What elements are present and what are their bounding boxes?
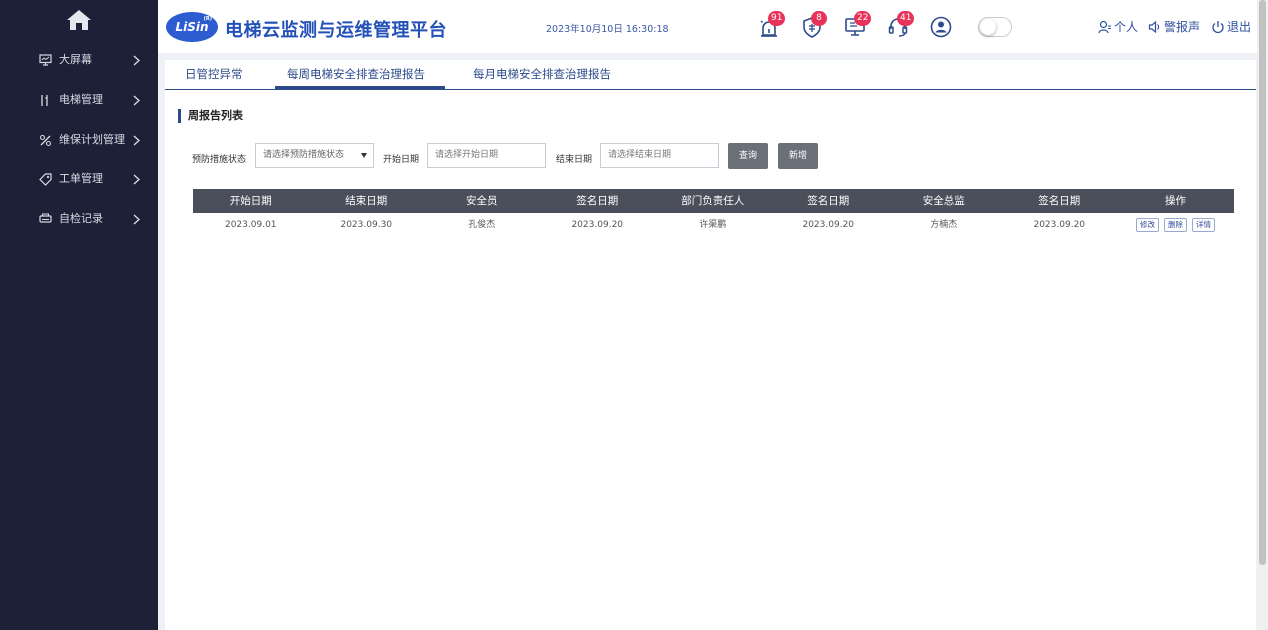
detail-button[interactable]: 详情 <box>1192 218 1215 232</box>
table-row: 2023.09.01 2023.09.30 孔俊杰 2023.09.20 许渠鹏… <box>193 213 1234 237</box>
table-cell: 2023.09.20 <box>571 220 624 230</box>
page-scrollbar[interactable] <box>1257 0 1268 630</box>
tab-monthly-report[interactable]: 每月电梯安全排查治理报告 <box>473 66 611 82</box>
sidebar-item-self-check[interactable]: 自检记录 <box>0 204 158 234</box>
service-count-badge: 41 <box>897 11 915 26</box>
status-select[interactable]: 请选择预防措施状态 <box>255 143 374 168</box>
shield-icon[interactable]: 8 <box>801 11 827 38</box>
printer-icon <box>38 212 52 226</box>
tools-icon <box>38 133 52 147</box>
start-date-placeholder: 请选择开始日期 <box>435 150 499 160</box>
row-actions: 修改 删除 详情 <box>1117 213 1234 237</box>
sidebar-item-label: 维保计划管理 <box>59 133 125 146</box>
sidebar-item-label: 电梯管理 <box>59 93 103 106</box>
sidebar-item-label: 自检记录 <box>59 212 103 225</box>
sidebar-item-big-screen[interactable]: 大屏幕 <box>0 45 158 75</box>
column-header: 部门负责任人 <box>681 195 745 207</box>
main-content: 日管控异常 每周电梯安全排查治理报告 每月电梯安全排查治理报告 周报告列表 预防… <box>165 60 1256 630</box>
table-cell: 2023.09.30 <box>340 220 393 230</box>
alarm-count-badge: 91 <box>768 11 786 26</box>
chevron-right-icon <box>131 172 141 186</box>
caret-down-icon <box>361 153 367 158</box>
table-header: 开始日期 结束日期 安全员 签名日期 部门负责任人 签名日期 安全总监 签名日期… <box>193 189 1234 213</box>
add-button[interactable]: 新增 <box>778 143 818 169</box>
top-header: LiSin (R) 电梯云监测与运维管理平台 2023年10月10日 16:30… <box>158 0 1268 53</box>
table-cell: 2023.09.01 <box>224 220 277 230</box>
shield-count-badge: 8 <box>811 11 827 26</box>
user-circle-icon[interactable] <box>930 16 952 38</box>
brand-logo: LiSin (R) <box>166 12 218 42</box>
column-header: 结束日期 <box>345 195 388 207</box>
speaker-icon <box>1148 20 1160 33</box>
alarm-sound-label: 警报声 <box>1164 20 1201 34</box>
tag-icon <box>38 172 52 186</box>
user-icon <box>1098 20 1111 33</box>
app-title: 电梯云监测与运维管理平台 <box>225 20 447 41</box>
status-filter-label: 预防措施状态 <box>192 155 247 165</box>
home-icon[interactable] <box>64 6 94 34</box>
start-date-input[interactable]: 请选择开始日期 <box>427 143 546 168</box>
end-date-label: 结束日期 <box>556 155 593 165</box>
alarm-sound-link[interactable]: 警报声 <box>1148 18 1200 35</box>
end-date-input[interactable]: 请选择结束日期 <box>600 143 719 168</box>
logout-label: 退出 <box>1227 20 1252 34</box>
start-date-label: 开始日期 <box>383 155 420 165</box>
theme-toggle[interactable] <box>978 17 1012 37</box>
customer-service-icon[interactable]: 41 <box>887 11 915 38</box>
table-cell: 孔俊杰 <box>468 220 496 230</box>
table-cell: 许渠鹏 <box>699 220 727 230</box>
scrollbar-thumb[interactable] <box>1259 0 1266 565</box>
monitor-icon <box>38 53 52 67</box>
section-title: 周报告列表 <box>178 109 243 123</box>
end-date-placeholder: 请选择结束日期 <box>608 150 672 160</box>
elevator-icon <box>38 93 52 107</box>
power-icon <box>1212 20 1224 33</box>
table-cell: 2023.09.20 <box>802 220 855 230</box>
table-cell: 方楠杰 <box>930 220 958 230</box>
alarm-light-icon[interactable]: 91 <box>758 11 786 38</box>
sidebar-item-label: 大屏幕 <box>59 53 92 66</box>
status-select-placeholder: 请选择预防措施状态 <box>263 150 345 160</box>
column-header: 安全总监 <box>922 195 965 207</box>
delete-button[interactable]: 删除 <box>1164 218 1187 232</box>
chevron-right-icon <box>131 133 141 147</box>
column-header: 开始日期 <box>229 195 272 207</box>
column-header: 签名日期 <box>576 195 619 207</box>
personal-link[interactable]: 个人 <box>1098 18 1138 35</box>
sidebar-item-label: 工单管理 <box>59 172 103 185</box>
chevron-right-icon <box>131 212 141 226</box>
sidebar-item-elevator[interactable]: 电梯管理 <box>0 85 158 115</box>
monitor-alert-icon[interactable]: 22 <box>844 11 872 38</box>
report-tabs: 日管控异常 每周电梯安全排查治理报告 每月电梯安全排查治理报告 <box>165 60 1256 90</box>
personal-label: 个人 <box>1114 20 1139 34</box>
column-header: 安全员 <box>466 195 498 207</box>
sidebar: 大屏幕 电梯管理 维保计划管理 工单管理 自检记录 <box>0 0 158 630</box>
current-datetime: 2023年10月10日 16:30:18 <box>546 24 669 35</box>
weekly-report-table: 开始日期 结束日期 安全员 签名日期 部门负责任人 签名日期 安全总监 签名日期… <box>193 189 1234 237</box>
chevron-right-icon <box>131 53 141 67</box>
column-header: 签名日期 <box>807 195 850 207</box>
toggle-knob <box>980 19 996 35</box>
tab-weekly-report[interactable]: 每周电梯安全排查治理报告 <box>275 66 445 89</box>
tab-daily-control[interactable]: 日管控异常 <box>185 66 243 82</box>
query-button[interactable]: 查询 <box>728 143 768 169</box>
column-header: 签名日期 <box>1038 195 1081 207</box>
edit-button[interactable]: 修改 <box>1136 218 1159 232</box>
table-cell: 2023.09.20 <box>1033 220 1086 230</box>
logout-link[interactable]: 退出 <box>1211 18 1251 35</box>
chevron-right-icon <box>131 93 141 107</box>
sidebar-item-work-order[interactable]: 工单管理 <box>0 164 158 194</box>
column-header: 操作 <box>1165 195 1186 207</box>
monitor-count-badge: 22 <box>854 11 872 26</box>
sidebar-item-maintenance-plan[interactable]: 维保计划管理 <box>0 125 158 155</box>
